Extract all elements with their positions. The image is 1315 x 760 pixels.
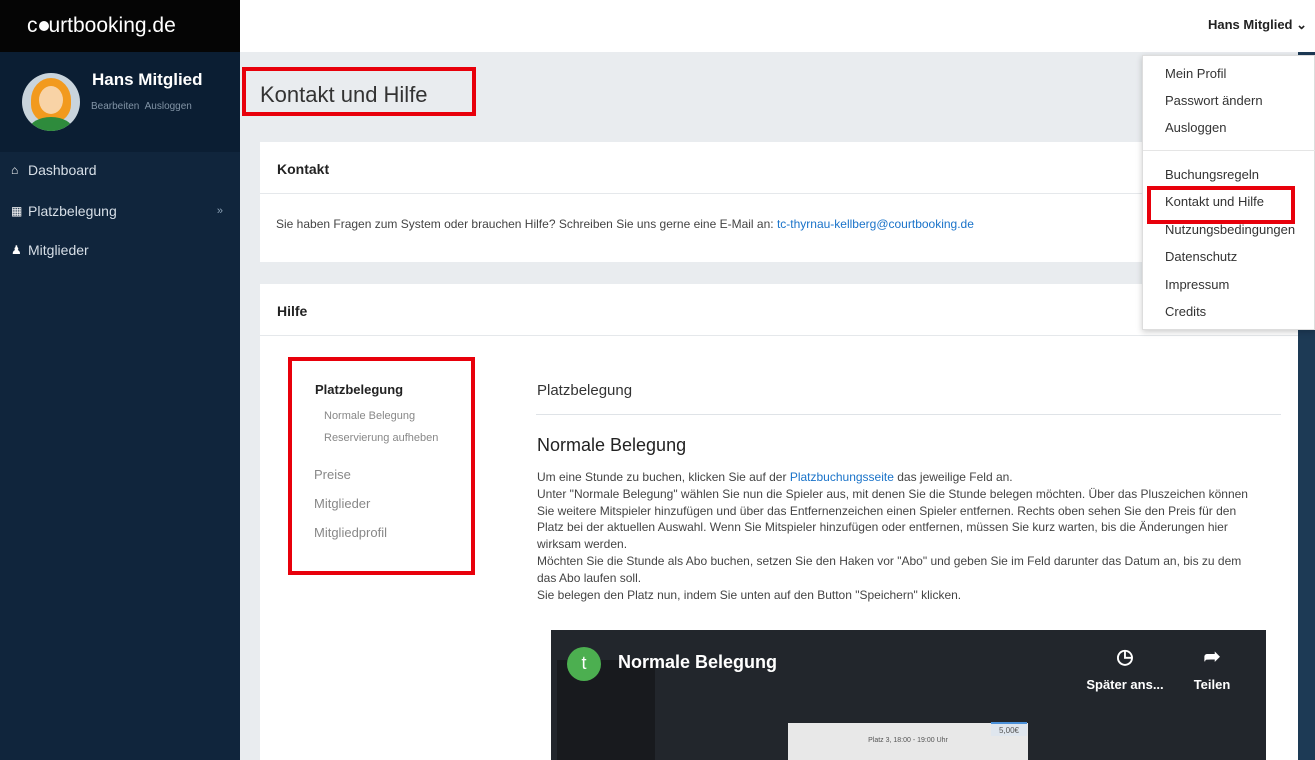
help-body-text: Um eine Stunde zu buchen, klicken Sie au…: [537, 469, 1262, 603]
watch-later-button[interactable]: ◷ Später ans...: [1085, 644, 1165, 692]
sidebar-user-links: Bearbeiten Ausloggen: [91, 101, 195, 112]
contact-text: Sie haben Fragen zum System oder brauche…: [276, 217, 974, 231]
highlight-box-menu-item: [1147, 186, 1295, 224]
home-icon: ⌂: [11, 163, 19, 177]
sidebar-item-label: Dashboard: [28, 162, 97, 178]
topbar: Hans Mitglied ⌄: [240, 0, 1315, 52]
calendar-icon: ▦: [11, 204, 23, 218]
menu-item-datenschutz[interactable]: Datenschutz: [1165, 249, 1237, 264]
contact-message: Sie haben Fragen zum System oder brauche…: [276, 217, 777, 231]
person-icon: ♟: [11, 243, 22, 257]
video-preview-price: 5,00€: [991, 722, 1027, 736]
help-text-line: Um eine Stunde zu buchen, klicken Sie au…: [537, 470, 790, 484]
chevron-down-icon: »: [216, 205, 223, 217]
menu-item-impressum[interactable]: Impressum: [1165, 277, 1229, 292]
sidebar-item-mitglieder[interactable]: ♟ Mitglieder: [0, 234, 240, 266]
channel-logo[interactable]: t: [567, 647, 601, 681]
menu-item-buchungsregeln[interactable]: Buchungsregeln: [1165, 167, 1259, 182]
edit-profile-link[interactable]: Bearbeiten: [91, 101, 139, 112]
platzbuchung-link[interactable]: Platzbuchungsseite: [790, 470, 894, 484]
help-paragraph: Unter "Normale Belegung" wählen Sie nun …: [537, 486, 1248, 552]
user-menu-toggle[interactable]: Hans Mitglied ⌄: [1208, 17, 1307, 33]
video-embed[interactable]: Platz 3, 18:00 - 19:00 Uhr 5,00€ t Norma…: [551, 630, 1266, 760]
watch-later-label: Später ans...: [1086, 677, 1164, 692]
menu-item-nutzungsbedingungen[interactable]: Nutzungsbedingungen: [1165, 222, 1295, 237]
menu-divider: [1143, 150, 1315, 151]
sidebar-item-label: Mitglieder: [28, 242, 89, 258]
divider: [536, 414, 1281, 415]
avatar: [22, 73, 80, 131]
share-button[interactable]: ➦ Teilen: [1187, 644, 1237, 692]
help-subsection-title: Normale Belegung: [537, 435, 687, 455]
brand-suffix: urtbooking.de: [48, 14, 176, 37]
help-text-line: das jeweilige Feld an.: [893, 470, 1013, 484]
brand-dot-icon: [38, 21, 49, 31]
video-title[interactable]: Normale Belegung: [618, 652, 777, 673]
clock-icon: ◷: [1116, 646, 1134, 668]
brand-logo[interactable]: c urtbooking.de: [0, 0, 240, 52]
highlight-box-help-nav: [288, 357, 475, 575]
help-section-title: Platzbelegung: [537, 382, 633, 399]
help-paragraph: Möchten Sie die Stunde als Abo buchen, s…: [537, 553, 1242, 585]
share-arrow-icon: ➦: [1203, 646, 1221, 668]
highlight-box-title: [242, 67, 476, 116]
menu-item-ausloggen[interactable]: Ausloggen: [1165, 120, 1226, 135]
menu-item-credits[interactable]: Credits: [1165, 304, 1206, 319]
sidebar-item-dashboard[interactable]: ⌂ Dashboard: [0, 154, 240, 186]
menu-item-mein-profil[interactable]: Mein Profil: [1165, 66, 1226, 81]
help-paragraph: Sie belegen den Platz nun, indem Sie unt…: [537, 587, 962, 602]
share-label: Teilen: [1193, 677, 1231, 692]
sidebar-item-label: Platzbelegung: [28, 203, 117, 219]
logout-link[interactable]: Ausloggen: [145, 101, 192, 112]
brand-prefix: c: [27, 14, 38, 37]
menu-item-passwort-aendern[interactable]: Passwort ändern: [1165, 93, 1263, 108]
contact-email-link[interactable]: tc-thyrnau-kellberg@courtbooking.de: [777, 217, 974, 231]
sidebar-user-name: Hans Mitglied: [92, 70, 203, 89]
sidebar-item-platzbelegung[interactable]: ▦ Platzbelegung »: [0, 195, 240, 227]
